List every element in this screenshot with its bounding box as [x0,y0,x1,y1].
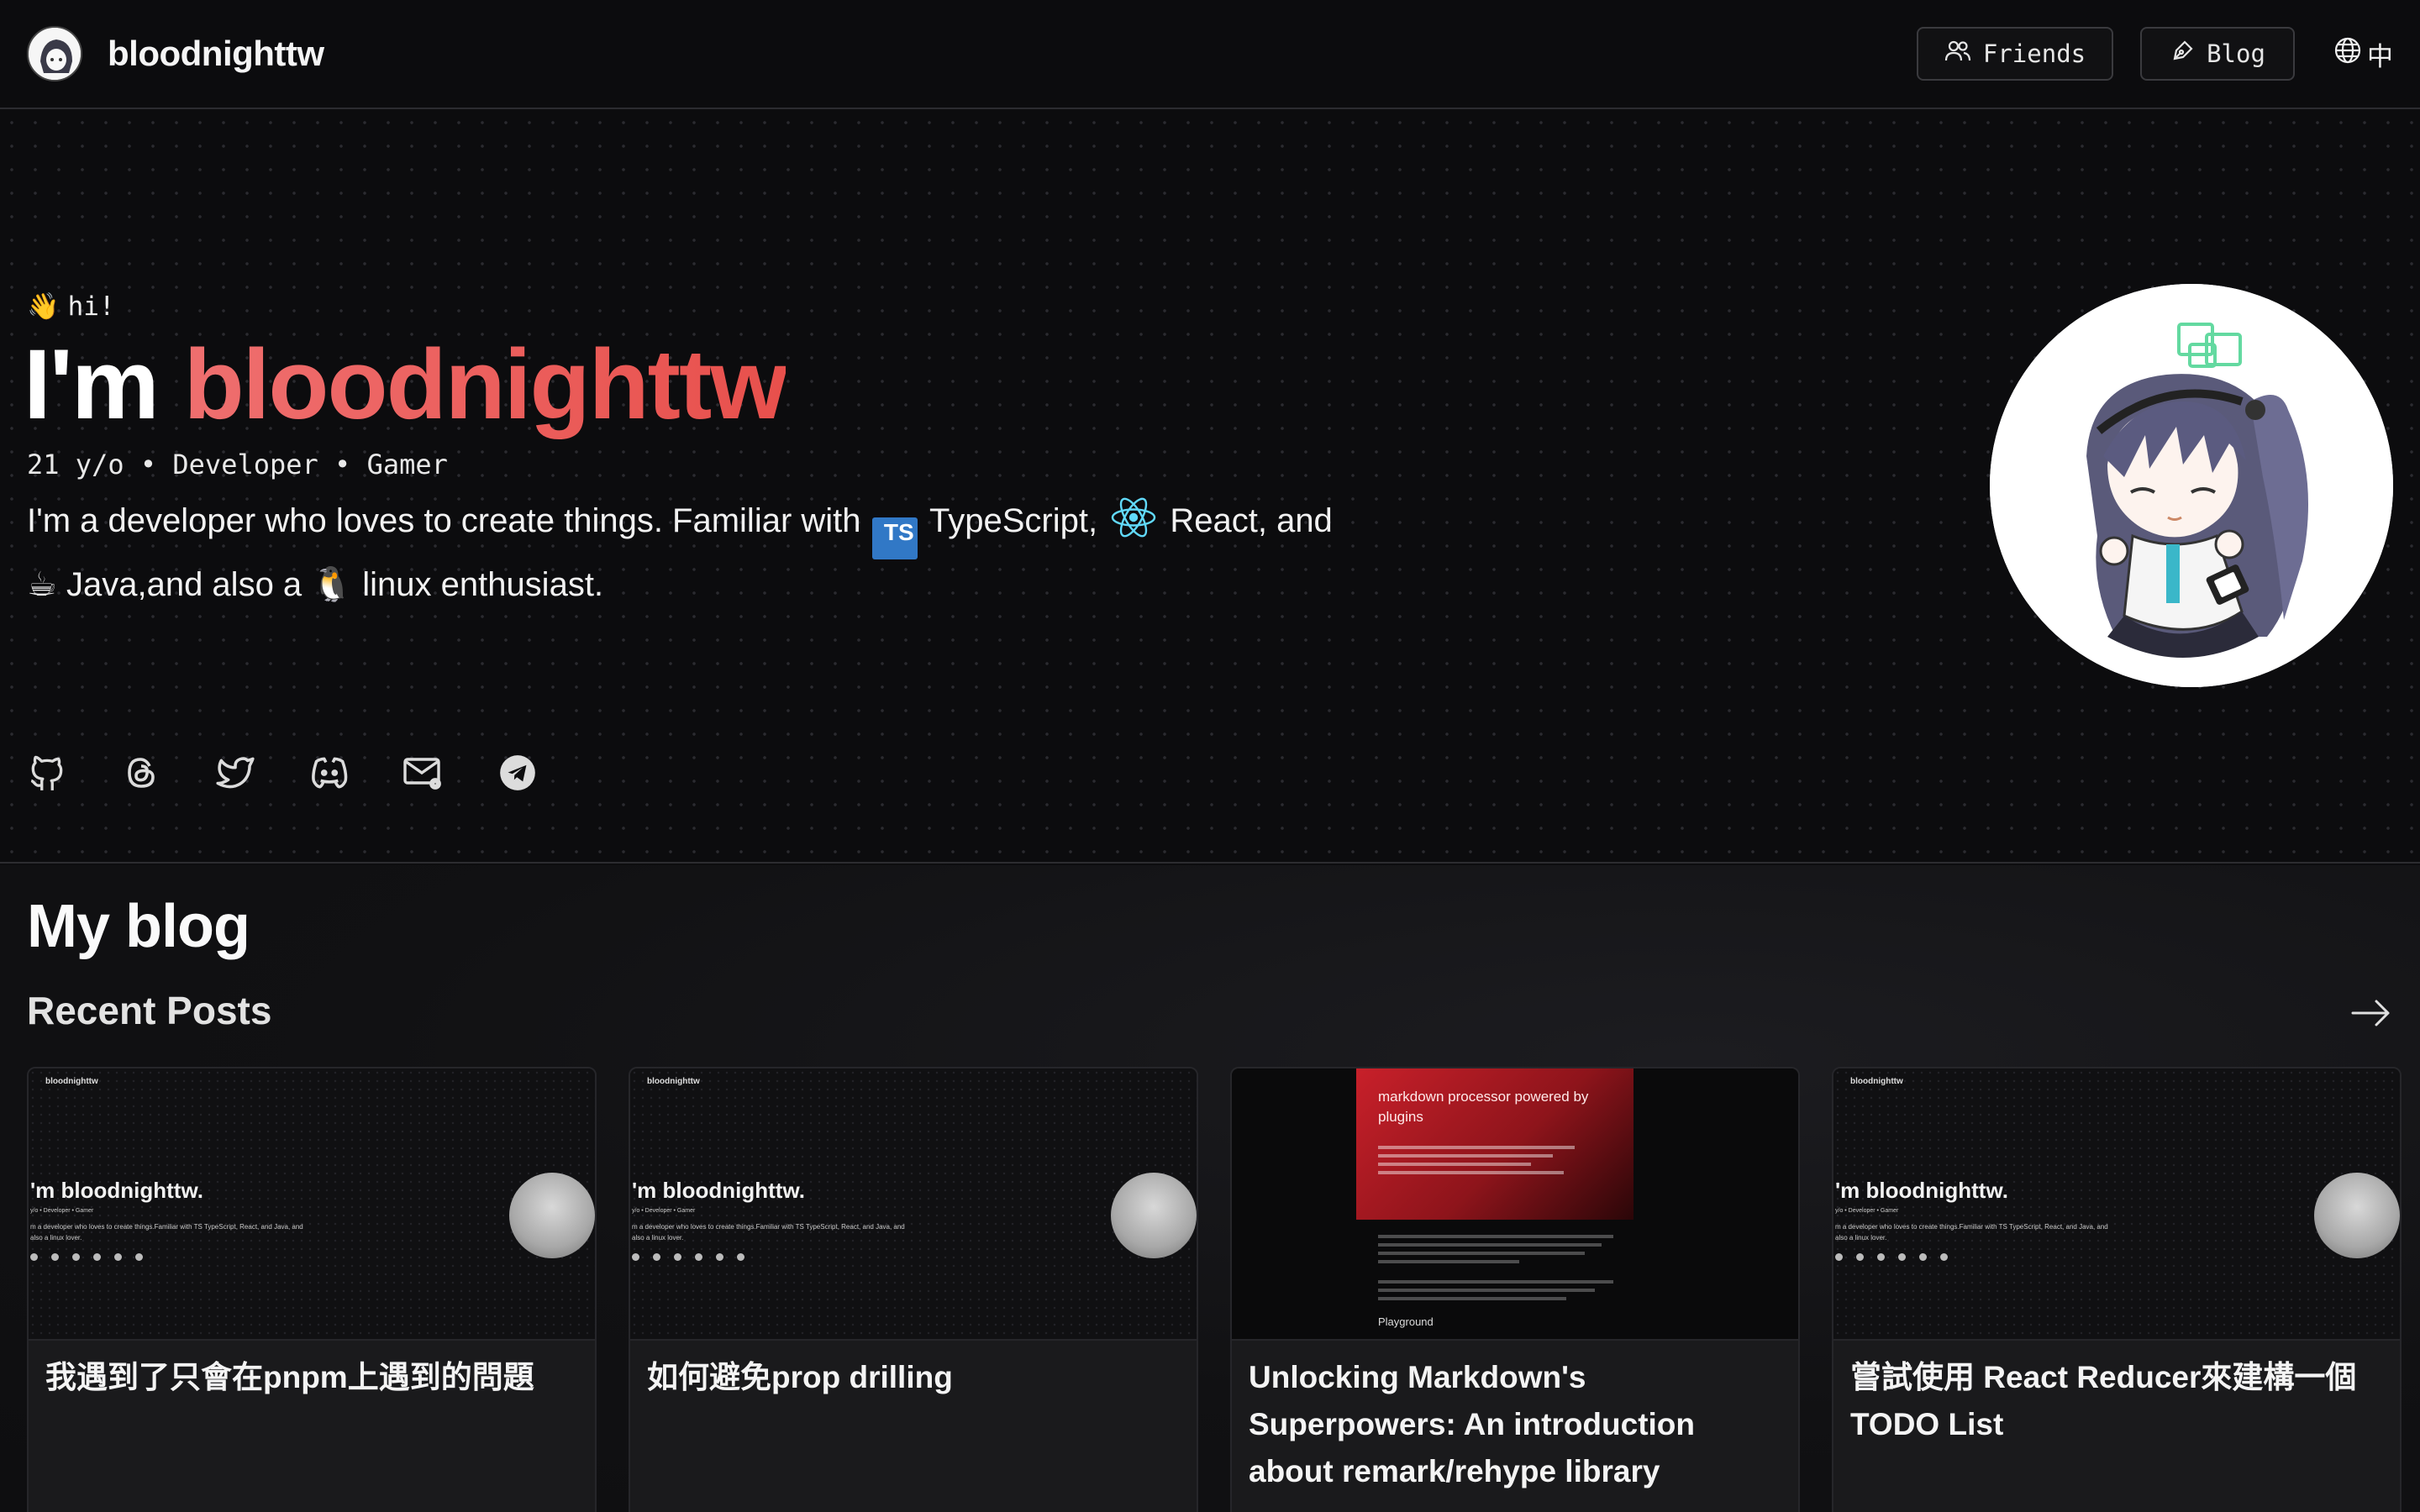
post-thumbnail: markdown processor powered by plugins Pl… [1232,1068,1798,1341]
thumb-headline: 'm bloodnighttw. [1835,1178,2008,1203]
thumb-site-title: bloodnighttw [45,1077,98,1086]
post-card[interactable]: bloodnighttw 'm bloodnighttw. y/o • Deve… [1832,1067,2402,1512]
thumb-headline: 'm bloodnighttw. [30,1178,203,1203]
bio-part-3: React, and [1160,502,1333,539]
post-thumbnail: bloodnighttw 'm bloodnighttw. y/o • Deve… [630,1068,1197,1341]
greeting-text: hi! [67,291,115,322]
thumb-bio: m a developer who loves to create things… [632,1223,905,1242]
post-title[interactable]: 如何避免prop drilling [647,1354,1185,1401]
top-nav: Friends Blog 中 [1917,27,2393,81]
thumb-avatar [509,1173,595,1258]
recent-posts-title: Recent Posts [27,989,272,1032]
thumb-body-lines [1378,1235,1613,1305]
site-header: bloodnighttw Friends Blog 中 [0,0,2420,109]
threads-icon[interactable] [119,751,163,795]
globe-icon [2333,36,2362,71]
language-switch-button[interactable]: 中 [2333,27,2393,81]
recent-posts-list: bloodnighttw 'm bloodnighttw. y/o • Deve… [27,1067,2402,1512]
typescript-icon: TS [871,517,918,559]
post-title[interactable]: 嘗試使用 React Reducer來建構一個TODO List [1850,1354,2388,1448]
hero-section: 👋 hi! I'm bloodnighttw 21 y/o • Develope… [0,111,2420,864]
hero-bio: I'm a developer who loves to create thin… [27,496,1355,611]
friends-nav-button[interactable]: Friends [1917,27,2113,81]
thumb-heading: markdown processor powered by plugins [1378,1089,1589,1125]
hero-avatar-image [1990,284,2393,687]
post-card[interactable]: bloodnighttw 'm bloodnighttw. y/o • Deve… [629,1067,1198,1512]
headline-prefix: I'm [24,329,184,440]
social-links [25,751,539,795]
post-thumbnail: bloodnighttw 'm bloodnighttw. y/o • Deve… [1833,1068,2400,1341]
post-title[interactable]: Unlocking Markdown's Superpowers: An int… [1249,1354,1786,1495]
bio-part-4: Java,and also a [56,566,312,603]
thumb-tagline: y/o • Developer • Gamer [632,1208,696,1214]
post-card[interactable]: markdown processor powered by plugins Pl… [1230,1067,1800,1512]
java-icon: ☕ [27,566,57,603]
discord-icon[interactable] [308,751,351,795]
post-title[interactable]: 我遇到了只會在pnpm上遇到的問題 [45,1354,583,1401]
pen-icon [2170,39,2195,70]
thumb-playground-label: Playground [1378,1315,1434,1328]
thumb-hero-panel: markdown processor powered by plugins [1356,1068,1634,1220]
bio-part-2: TypeScript, [920,502,1107,539]
hero-headline: I'm bloodnighttw [24,329,787,440]
blog-nav-label: Blog [2207,39,2265,68]
thumb-social-icons [632,1253,744,1261]
thumb-tagline: y/o • Developer • Gamer [30,1208,94,1214]
bio-part-1: I'm a developer who loves to create thin… [27,502,871,539]
wave-emoji: 👋 [27,291,60,322]
react-icon [1110,496,1157,538]
telegram-icon[interactable] [496,751,539,795]
thumb-avatar [2314,1173,2400,1258]
twitter-icon[interactable] [213,751,257,795]
thumb-social-icons [1835,1253,1948,1261]
friends-nav-label: Friends [1982,39,2086,68]
headline-name: bloodnighttw [183,329,787,440]
thumb-site-title: bloodnighttw [1850,1077,1903,1086]
blog-section-title: My blog [27,893,250,960]
site-title[interactable]: bloodnighttw [108,34,324,74]
arrow-right-icon[interactable] [2349,996,2393,1030]
post-card[interactable]: bloodnighttw 'm bloodnighttw. y/o • Deve… [27,1067,597,1512]
post-thumbnail: bloodnighttw 'm bloodnighttw. y/o • Deve… [29,1068,595,1341]
linux-icon: 🐧 [311,566,354,603]
thumb-avatar [1111,1173,1197,1258]
thumb-headline: 'm bloodnighttw. [632,1178,805,1203]
thumb-tagline: y/o • Developer • Gamer [1835,1208,1899,1214]
hero-tagline: 21 y/o • Developer • Gamer [27,449,448,480]
thumb-bio: m a developer who loves to create things… [1835,1223,2108,1242]
thumb-site-title: bloodnighttw [647,1077,700,1086]
blog-nav-button[interactable]: Blog [2140,27,2295,81]
language-label: 中 [2367,41,2393,71]
mail-icon[interactable] [402,751,445,795]
github-icon[interactable] [25,751,69,795]
thumb-social-icons [30,1253,143,1261]
site-logo-avatar[interactable] [27,26,82,81]
blog-section: My blog Recent Posts bloodnighttw 'm blo… [0,865,2420,1512]
thumb-bio: m a developer who loves to create things… [30,1223,303,1242]
thumb-text-lines [1378,1146,1597,1179]
greeting: 👋 hi! [27,291,115,323]
bio-part-5: linux enthusiast. [353,566,604,603]
users-icon [1944,39,1971,69]
